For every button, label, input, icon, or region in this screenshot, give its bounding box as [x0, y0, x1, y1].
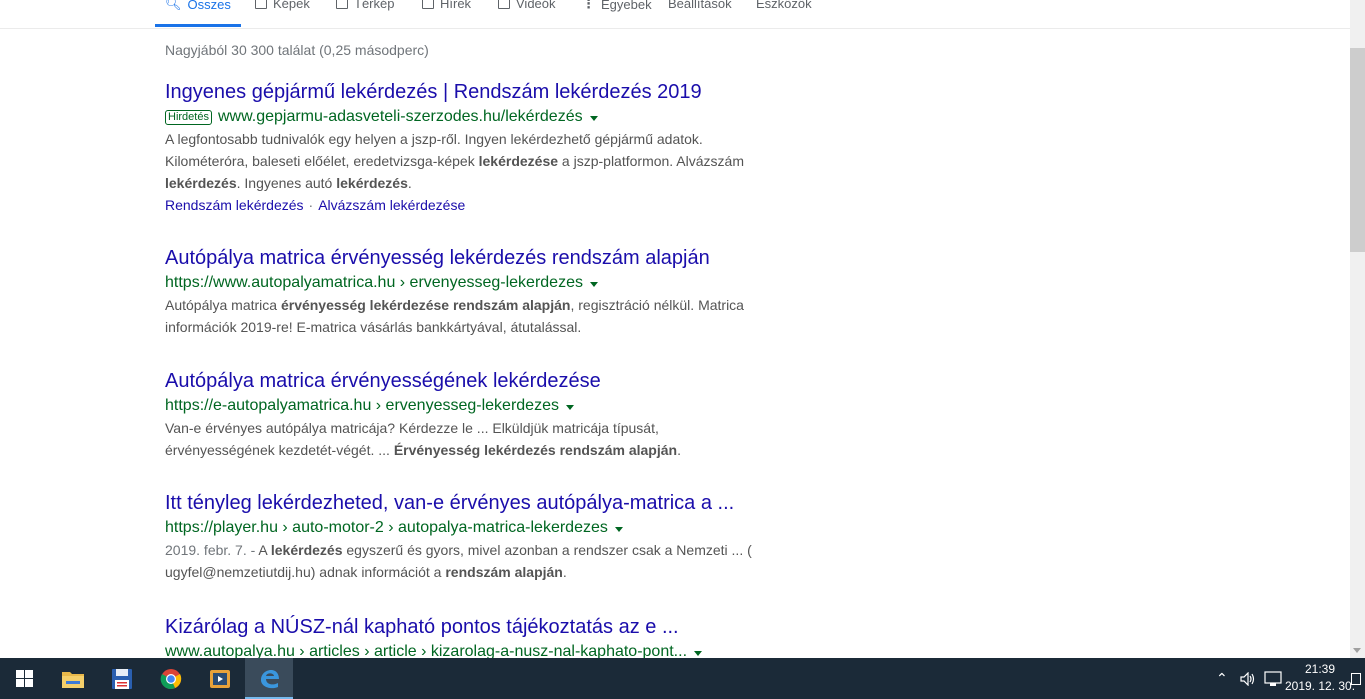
- result-url: https://www.autopalyamatrica.hu › erveny…: [165, 272, 765, 294]
- tab-label: Képek: [273, 0, 310, 11]
- result-url: https://player.hu › auto-motor-2 › autop…: [165, 517, 765, 539]
- windows-taskbar: ⌃ 21:39 2019. 12. 30.: [0, 658, 1365, 699]
- snippet-line: lekérdezés. Ingyenes autó lekérdezés.: [165, 175, 412, 191]
- clock-date: 2019. 12. 30.: [1284, 679, 1356, 693]
- taskbar-save-app[interactable]: [98, 658, 146, 699]
- clock-time: 21:39: [1304, 662, 1336, 676]
- tray-notifications[interactable]: [1351, 658, 1361, 699]
- taskbar-chrome[interactable]: [147, 658, 195, 699]
- tab-videos[interactable]: Videók: [498, 0, 556, 11]
- sitelink[interactable]: Rendszám lekérdezés: [165, 197, 304, 213]
- chevron-up-icon: ⌃: [1216, 670, 1228, 686]
- edge-icon: [261, 669, 279, 688]
- scrollbar-thumb[interactable]: [1350, 48, 1365, 252]
- result-url-text[interactable]: https://player.hu › auto-motor-2 › autop…: [165, 517, 608, 539]
- network-icon: [1264, 670, 1282, 686]
- caret-down-icon[interactable]: [589, 115, 598, 121]
- tab-label: Összes: [187, 0, 231, 12]
- result-title-link[interactable]: Autópálya matrica érvényességének lekérd…: [165, 369, 765, 393]
- tray-chevron[interactable]: ⌃: [1216, 658, 1228, 699]
- active-tab-indicator: [155, 24, 241, 27]
- more-dots-icon: ⋮: [582, 0, 595, 11]
- tab-label: Videók: [516, 0, 556, 11]
- result-url-text[interactable]: www.gepjarmu-adasveteli-szerzodes.hu/lek…: [218, 106, 583, 128]
- tab-news[interactable]: Hírek: [422, 0, 471, 11]
- image-icon: [255, 0, 267, 9]
- caret-down-icon[interactable]: [589, 281, 598, 287]
- search-result: Itt tényleg lekérdezheted, van-e érvénye…: [165, 491, 765, 583]
- media-player-icon: [210, 669, 230, 688]
- tab-settings[interactable]: Beállítások: [668, 0, 732, 11]
- search-icon: 🔍︎: [165, 0, 182, 11]
- tab-maps[interactable]: Térkép: [336, 0, 394, 11]
- result-stats: Nagyjából 30 300 találat (0,25 másodperc…: [165, 42, 429, 58]
- save-floppy-icon: [112, 668, 132, 689]
- tab-label: Eszközök: [756, 0, 812, 11]
- tab-images[interactable]: Képek: [255, 0, 310, 11]
- taskbar-edge[interactable]: [245, 658, 293, 699]
- result-url-text[interactable]: https://e-autopalyamatrica.hu › ervenyes…: [165, 395, 559, 417]
- news-icon: [422, 0, 434, 9]
- result-snippet: A legfontosabb tudnivalók egy helyen a j…: [165, 128, 765, 194]
- result-title-link[interactable]: Itt tényleg lekérdezheted, van-e érvénye…: [165, 491, 765, 515]
- start-icon: [15, 670, 33, 687]
- video-icon: [498, 0, 510, 9]
- tray-network[interactable]: [1264, 658, 1282, 699]
- search-result-ad: Ingyenes gépjármű lekérdezés | Rendszám …: [165, 80, 765, 216]
- scroll-down-arrow-icon[interactable]: [1353, 648, 1361, 653]
- caret-down-icon[interactable]: [694, 650, 703, 656]
- volume-icon: [1240, 671, 1255, 686]
- snippet-line: Kilométeróra, baleseti előélet, eredetvi…: [165, 153, 744, 169]
- caret-down-icon[interactable]: [565, 404, 574, 410]
- result-snippet: Autópálya matrica érvényesség lekérdezés…: [165, 294, 765, 338]
- snippet-line: 2019. febr. 7. - A lekérdezés egyszerű é…: [165, 542, 752, 558]
- map-icon: [336, 0, 348, 9]
- tab-tools[interactable]: Eszközök: [756, 0, 812, 11]
- result-snippet: 2019. febr. 7. - A lekérdezés egyszerű é…: [165, 539, 765, 583]
- tab-label: Beállítások: [668, 0, 732, 11]
- snippet-line: Van-e érvényes autópálya matricája? Kérd…: [165, 420, 659, 436]
- snippet-line: ugyfel@nemzetiutdij.hu) adnak információ…: [165, 564, 567, 580]
- result-title-link[interactable]: Kizárólag a NÚSZ-nál kapható pontos tájé…: [165, 615, 765, 639]
- tab-label: Egyebek: [601, 0, 652, 12]
- snippet-line: Autópálya matrica érvényesség lekérdezés…: [165, 297, 744, 313]
- result-snippet: Van-e érvényes autópálya matricája? Kérd…: [165, 417, 765, 461]
- search-result: Autópálya matrica érvényesség lekérdezés…: [165, 246, 765, 338]
- tab-label: Térkép: [354, 0, 395, 11]
- snippet-line: információk 2019-re! E-matrica vásárlás …: [165, 319, 582, 335]
- ad-badge: Hirdetés: [165, 109, 212, 125]
- sitelinks: Rendszám lekérdezés · Alvázszám lekérdezés…: [165, 197, 466, 213]
- result-url-text[interactable]: https://www.autopalyamatrica.hu › erveny…: [165, 272, 583, 294]
- result-url: https://e-autopalyamatrica.hu › ervenyes…: [165, 395, 765, 417]
- notification-icon: [1351, 672, 1361, 685]
- snippet-line: érvényességének kezdetét-végét. ... Érvé…: [165, 442, 681, 458]
- taskbar-file-explorer[interactable]: [49, 658, 97, 699]
- result-url: Hirdetés www.gepjarmu-adasveteli-szerzod…: [165, 106, 765, 128]
- result-title-link[interactable]: Ingyenes gépjármű lekérdezés | Rendszám …: [165, 80, 765, 104]
- taskbar-media-player[interactable]: [196, 658, 244, 699]
- search-result: Kizárólag a NÚSZ-nál kapható pontos tájé…: [165, 615, 765, 663]
- taskbar-clock[interactable]: 21:39 2019. 12. 30.: [1284, 661, 1356, 695]
- tray-volume[interactable]: [1240, 658, 1256, 699]
- chrome-icon: [160, 668, 182, 689]
- tab-more[interactable]: ⋮ Egyebek: [582, 0, 652, 12]
- search-tabs-bar: 🔍︎ Összes Képek Térkép Hírek Videók ⋮ Eg…: [0, 0, 1350, 29]
- snippet-line: A legfontosabb tudnivalók egy helyen a j…: [165, 131, 703, 147]
- file-explorer-icon: [62, 671, 84, 688]
- caret-down-icon[interactable]: [614, 526, 623, 532]
- tab-all[interactable]: 🔍︎ Összes: [165, 0, 231, 12]
- tab-label: Hírek: [440, 0, 472, 11]
- search-result: Autópálya matrica érvényességének lekérd…: [165, 369, 765, 461]
- start-button[interactable]: [0, 658, 48, 699]
- result-date: 2019. febr. 7. -: [165, 542, 259, 558]
- result-title-link[interactable]: Autópálya matrica érvényesség lekérdezés…: [165, 246, 765, 270]
- sitelink[interactable]: Alvázszám lekérdezése: [318, 197, 465, 213]
